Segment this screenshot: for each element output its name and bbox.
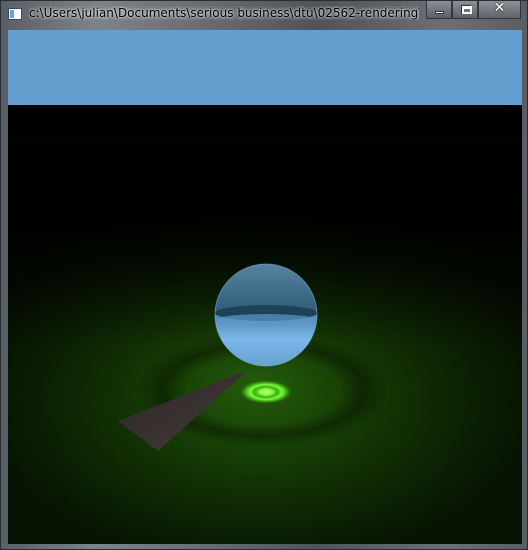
sphere-reflection-band bbox=[216, 314, 316, 326]
minimize-button[interactable] bbox=[426, 1, 452, 19]
rendered-scene bbox=[8, 105, 522, 544]
render-viewport[interactable] bbox=[8, 30, 522, 544]
maximize-icon bbox=[461, 5, 472, 14]
close-icon: ✕ bbox=[493, 0, 506, 16]
caustic-highlight bbox=[238, 379, 294, 405]
close-button[interactable]: ✕ bbox=[478, 0, 521, 19]
minimize-icon bbox=[435, 11, 444, 14]
app-icon[interactable] bbox=[8, 8, 22, 20]
maximize-button[interactable] bbox=[452, 1, 478, 19]
caption-buttons: ✕ bbox=[426, 0, 521, 20]
sky-band bbox=[8, 30, 522, 105]
window-title: c:\Users\julian\Documents\serious busine… bbox=[29, 6, 419, 20]
application-window: c:\Users\julian\Documents\serious busine… bbox=[0, 0, 528, 550]
title-bar[interactable]: c:\Users\julian\Documents\serious busine… bbox=[1, 0, 527, 27]
